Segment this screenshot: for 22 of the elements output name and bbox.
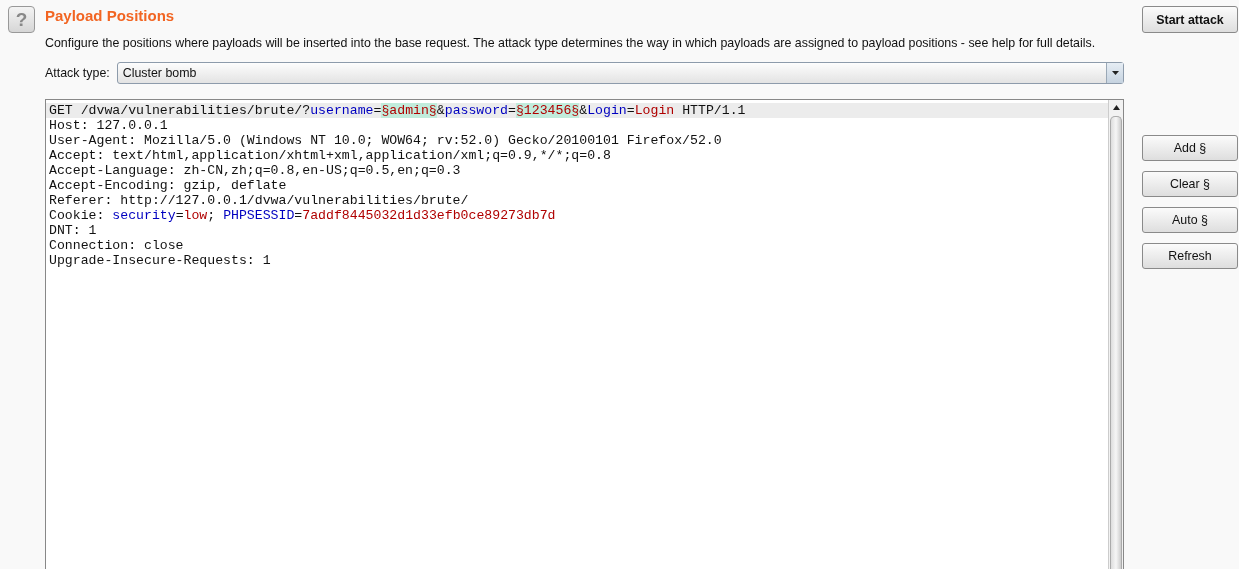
attack-type-label: Attack type: [45,66,110,80]
caret-icon [1111,71,1119,75]
section-description: Configure the positions where payloads will be inserted into the base request. The attack type determines the way in which payloads are assigned to payload positions - see help for full details. [45,35,1097,52]
scrollbar[interactable] [1108,100,1123,569]
side-button[interactable]: Auto § [1142,207,1238,233]
request-line: Upgrade-Insecure-Requests: 1 [48,253,272,268]
request-line: Host: 127.0.0.1 [48,118,169,133]
side-button[interactable]: Refresh [1142,243,1238,269]
request-line: Accept-Language: zh-CN,zh;q=0.8,en-US;q=0.5,en;q=0.3 [48,163,462,178]
attack-type-dropdown[interactable]: Cluster bomb [116,62,1124,84]
section-title: Payload Positions [45,7,176,24]
up-arrow-icon[interactable] [1112,104,1120,110]
request-line: Cookie: security=low; PHPSESSID=7addf8445032d1d33efb0ce89273db7d [48,208,557,223]
request-line: Referer: http://127.0.0.1/dvwa/vulnerabilities/brute/ [48,193,470,208]
side-button[interactable]: Clear § [1142,171,1238,197]
request-line: DNT: 1 [48,223,98,238]
request-line: Accept: text/html,application/xhtml+xml,application/xml;q=0.9,*/*;q=0.8 [48,148,612,163]
side-button[interactable]: Add § [1142,135,1238,161]
start-attack-button[interactable]: Start attack [1142,6,1238,33]
request-line: User-Agent: Mozilla/5.0 (Windows NT 10.0; WOW64; rv:52.0) Gecko/20100101 Firefox/52.0 [48,133,723,148]
request-line: Accept-Encoding: gzip, deflate [48,178,288,193]
request-line: Connection: close [48,238,185,253]
